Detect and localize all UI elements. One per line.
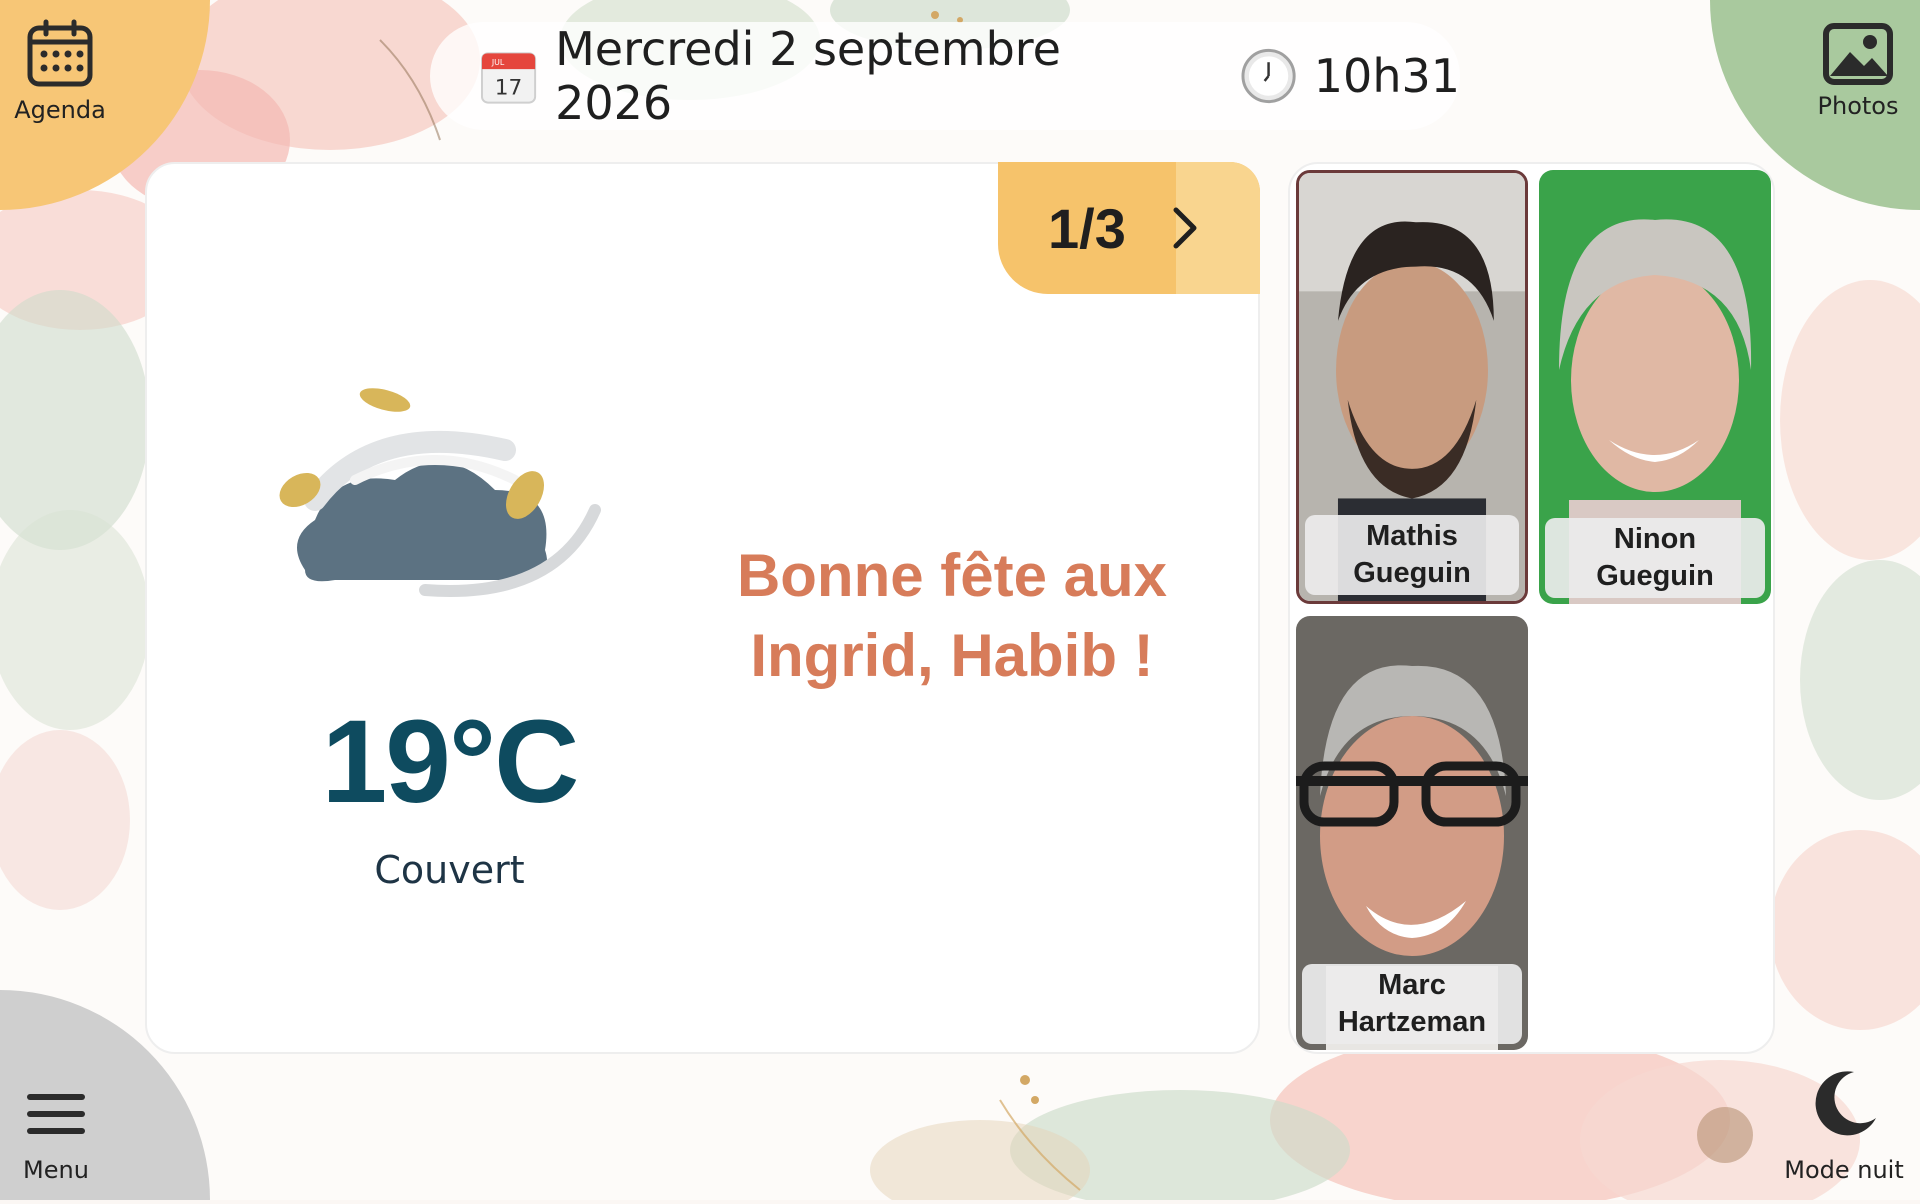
windy-cloud-icon bbox=[279, 388, 601, 597]
hamburger-icon bbox=[27, 1094, 85, 1134]
svg-text:17: 17 bbox=[495, 76, 523, 101]
name-day-message: Bonne fête aux Ingrid, Habib ! bbox=[692, 536, 1212, 696]
menu-label: Menu bbox=[23, 1156, 89, 1184]
calendar-icon bbox=[27, 19, 93, 87]
contacts-card: Mathis Gueguin Ninon Gueguin Marc Hartzeman bbox=[1288, 162, 1775, 1054]
page-indicator: 1/3 bbox=[1048, 196, 1126, 260]
contact-name: Mathis Gueguin bbox=[1305, 515, 1519, 595]
photos-label: Photos bbox=[1817, 92, 1899, 120]
message-line-1: Bonne fête aux bbox=[736, 542, 1168, 609]
chevron-right-icon bbox=[1173, 207, 1197, 249]
image-icon bbox=[1823, 23, 1893, 85]
svg-text:JUL: JUL bbox=[491, 58, 505, 67]
contact-tile[interactable]: Marc Hartzeman bbox=[1296, 616, 1528, 1050]
temperature: 19°C bbox=[321, 696, 580, 828]
current-date: Mercredi 2 septembre 2026 bbox=[555, 22, 1061, 130]
contact-tile[interactable]: Mathis Gueguin bbox=[1296, 170, 1528, 604]
next-page-button[interactable]: 1/3 bbox=[998, 162, 1260, 294]
night-mode-label: Mode nuit bbox=[1784, 1156, 1904, 1184]
date-time-bar: JUL 17 Mercredi 2 septembre 2026 10h31 bbox=[430, 22, 1460, 130]
clock-icon bbox=[1241, 48, 1296, 104]
current-time: 10h31 bbox=[1313, 49, 1461, 103]
contact-name: Ninon Gueguin bbox=[1545, 518, 1765, 598]
message-line-2: Ingrid, Habib ! bbox=[750, 622, 1154, 689]
moon-icon bbox=[1815, 1071, 1876, 1136]
weather-condition: Couvert bbox=[374, 848, 525, 892]
info-card: 1/3 19°C Couvert Bonne fête aux Ingrid, … bbox=[145, 162, 1260, 1054]
calendar-date-icon: JUL 17 bbox=[480, 52, 537, 104]
contact-name: Marc Hartzeman bbox=[1302, 964, 1522, 1044]
contact-tile[interactable]: Ninon Gueguin bbox=[1539, 170, 1771, 604]
agenda-label: Agenda bbox=[14, 96, 106, 124]
